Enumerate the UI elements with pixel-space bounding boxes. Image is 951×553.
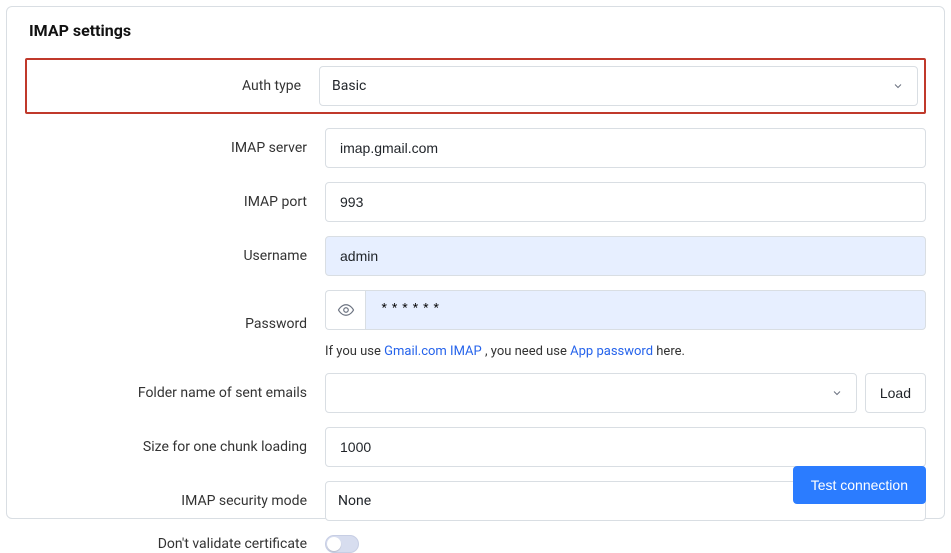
label-username: Username (25, 248, 325, 265)
row-imap-server: IMAP server (25, 128, 926, 168)
password-hint: If you use Gmail.com IMAP , you need use… (325, 344, 926, 359)
label-security: IMAP security mode (25, 493, 325, 510)
row-security: IMAP security mode None (25, 481, 926, 521)
row-auth-type: Auth type Basic (25, 58, 926, 114)
username-field[interactable] (325, 236, 926, 276)
row-imap-port: IMAP port (25, 182, 926, 222)
row-username: Username (25, 236, 926, 276)
label-folder: Folder name of sent emails (25, 385, 325, 402)
auth-type-select[interactable]: Basic (319, 66, 918, 106)
row-folder: Folder name of sent emails Load (25, 373, 926, 413)
row-validate: Don't validate certificate (25, 535, 926, 553)
toggle-knob (327, 537, 341, 551)
label-chunk: Size for one chunk loading (25, 439, 325, 456)
password-input-wrap[interactable] (365, 290, 926, 330)
label-imap-port: IMAP port (25, 194, 325, 211)
section-title: IMAP settings (29, 21, 926, 40)
folder-select[interactable] (325, 373, 857, 413)
password-field (325, 290, 926, 330)
imap-server-field[interactable] (325, 128, 926, 168)
row-password: Password If you use Gmail.com IMAP , you… (25, 290, 926, 359)
label-password: Password (25, 316, 325, 333)
eye-icon[interactable] (325, 290, 365, 330)
label-imap-server: IMAP server (25, 140, 325, 157)
chunk-field[interactable] (325, 427, 926, 467)
test-connection-button[interactable]: Test connection (793, 466, 926, 504)
chevron-down-icon (830, 386, 844, 400)
auth-type-value: Basic (332, 78, 891, 94)
load-button[interactable]: Load (865, 373, 926, 413)
app-password-link[interactable]: App password (570, 344, 653, 359)
imap-port-input[interactable] (338, 193, 913, 211)
footer: Test connection (793, 466, 926, 504)
imap-settings-card: IMAP settings Auth type Basic IMAP serve… (6, 6, 945, 519)
label-validate: Don't validate certificate (25, 536, 325, 553)
chevron-down-icon (891, 79, 905, 93)
label-auth-type: Auth type (33, 78, 319, 95)
password-input[interactable] (378, 301, 913, 319)
chunk-input[interactable] (338, 438, 913, 456)
gmail-imap-link[interactable]: Gmail.com IMAP (384, 344, 482, 359)
imap-port-field[interactable] (325, 182, 926, 222)
highlight-auth-type: Auth type Basic (25, 58, 926, 114)
validate-toggle[interactable] (325, 535, 359, 553)
row-chunk: Size for one chunk loading (25, 427, 926, 467)
imap-server-input[interactable] (338, 139, 913, 157)
username-input[interactable] (338, 247, 913, 265)
